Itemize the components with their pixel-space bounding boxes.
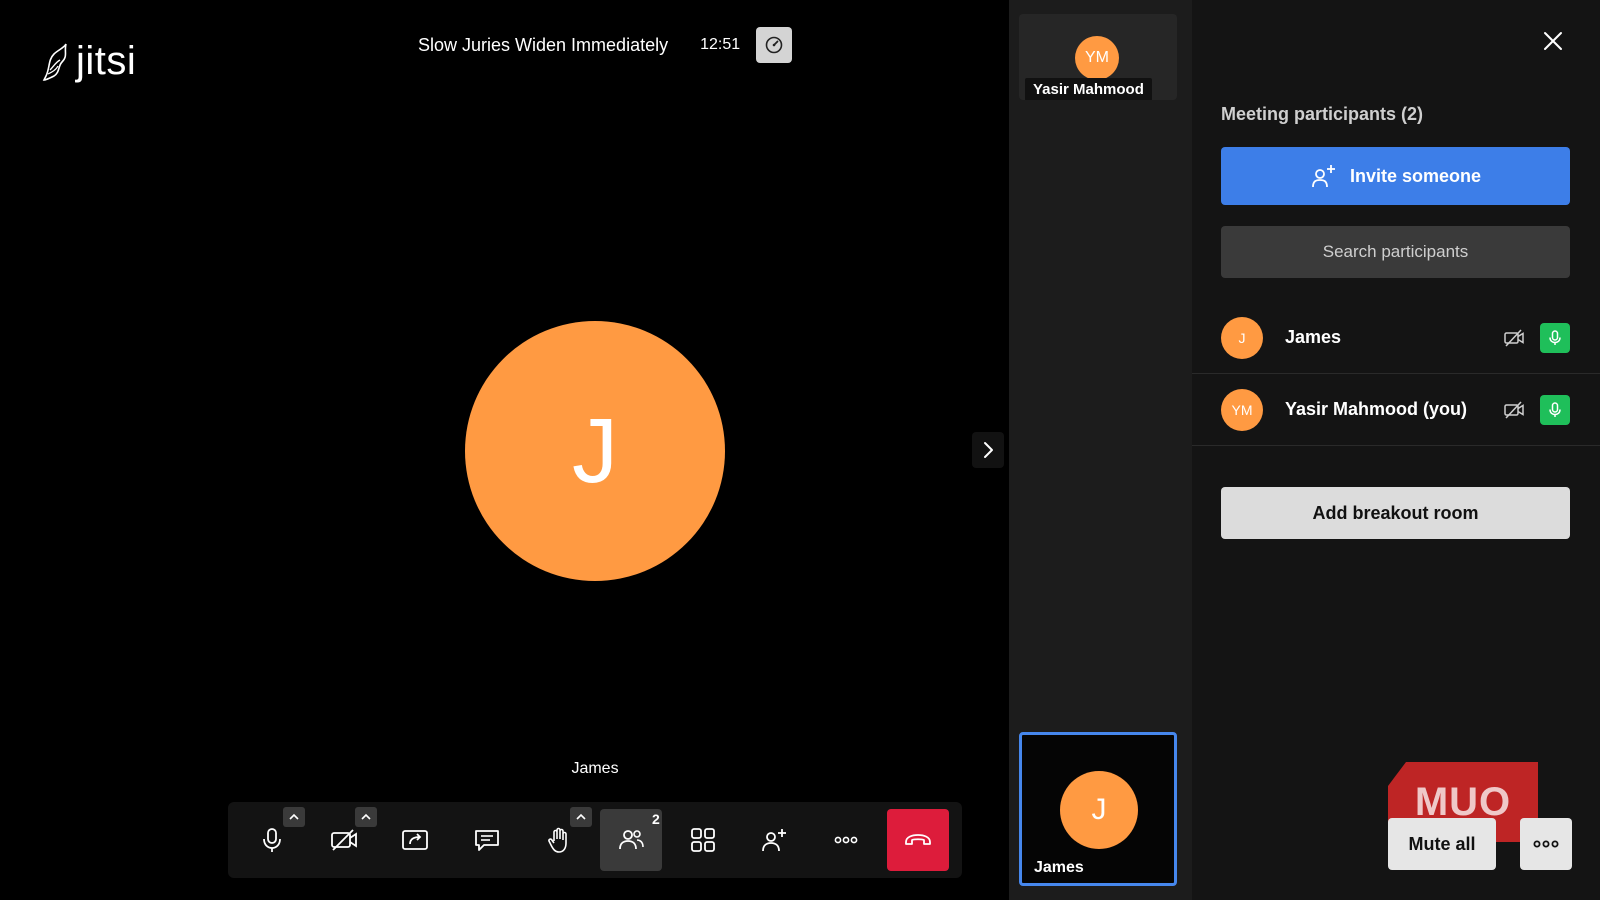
share-screen-icon <box>402 830 429 850</box>
add-person-icon <box>1312 165 1335 188</box>
grid-icon <box>690 828 715 852</box>
mic-on-indicator[interactable] <box>1540 394 1570 425</box>
more-actions-button[interactable] <box>815 809 877 871</box>
add-breakout-room-button[interactable]: Add breakout room <box>1221 487 1570 539</box>
connection-stats-button[interactable] <box>756 27 793 63</box>
main-avatar-initial: J <box>572 400 618 502</box>
meeting-toolbar: 2 <box>228 802 962 878</box>
hand-icon <box>548 827 567 853</box>
meeting-timer: 12:51 <box>700 36 741 53</box>
collapse-filmstrip-button[interactable] <box>972 432 1004 468</box>
pane-title: Meeting participants (2) <box>1221 104 1424 124</box>
microphone-icon <box>262 828 281 852</box>
more-icon <box>834 836 858 844</box>
avatar: J <box>1221 316 1263 359</box>
dominant-speaker-name: James <box>571 760 619 777</box>
share-screen-button[interactable] <box>385 809 447 871</box>
speedometer-icon <box>765 36 783 54</box>
invite-someone-button[interactable]: Invite someone <box>1221 147 1570 205</box>
thumbnail-name: Yasir Mahmood <box>1025 78 1152 100</box>
add-person-icon <box>762 829 787 852</box>
participant-count-badge: 2 <box>651 811 660 827</box>
camera-off-indicator <box>1500 324 1528 352</box>
invite-someone-label: Invite someone <box>1349 165 1482 186</box>
participant-name: James <box>1285 327 1342 347</box>
camera-off-icon <box>1504 400 1524 419</box>
camera-off-icon <box>1504 328 1524 347</box>
microphone-options-button[interactable] <box>282 807 305 827</box>
filmstrip: YM Yasir Mahmood J James <box>1009 0 1192 900</box>
jitsi-bird-icon <box>42 43 67 81</box>
camera-off-icon <box>330 829 357 851</box>
close-pane-button[interactable] <box>1538 26 1568 56</box>
hangup-icon <box>905 834 931 845</box>
chevron-up-icon <box>361 813 371 820</box>
avatar: YM <box>1221 388 1263 431</box>
main-stage: jitsi Slow Juries Widen Immediately 12:5… <box>0 0 1014 900</box>
avatar: YM <box>1075 36 1119 80</box>
main-participant-avatar: J <box>465 321 725 581</box>
chevron-right-icon <box>984 442 993 458</box>
chevron-up-icon <box>289 813 299 820</box>
participants-icon <box>618 830 644 850</box>
reactions-options-button[interactable] <box>569 807 592 827</box>
participant-thumbnail-remote[interactable]: J James <box>1019 732 1177 886</box>
more-moderation-button[interactable] <box>1520 818 1572 870</box>
chat-button[interactable] <box>456 809 518 871</box>
mic-on-indicator[interactable] <box>1540 322 1570 353</box>
participant-name: Yasir Mahmood (you) <box>1285 399 1468 419</box>
invite-button[interactable] <box>744 809 806 871</box>
microphone-button[interactable] <box>241 807 305 871</box>
participants-button[interactable]: 2 <box>599 809 662 871</box>
avatar: J <box>1060 771 1138 849</box>
microphone-icon <box>1549 401 1561 417</box>
chevron-up-icon <box>576 813 586 820</box>
raise-hand-button[interactable] <box>528 807 592 871</box>
camera-button[interactable] <box>313 807 377 871</box>
thumbnail-name: James <box>1034 859 1084 876</box>
chat-icon <box>475 830 500 851</box>
microphone-icon <box>1549 329 1561 345</box>
meeting-header: Slow Juries Widen Immediately 12:51 <box>418 27 793 63</box>
participant-row-james[interactable]: J James <box>1192 302 1600 374</box>
search-participants-input[interactable] <box>1221 226 1570 278</box>
jitsi-logo[interactable]: jitsi <box>40 40 136 82</box>
participant-thumbnail-local[interactable]: YM Yasir Mahmood <box>1019 14 1177 100</box>
leave-meeting-button[interactable] <box>887 809 949 871</box>
meeting-title: Slow Juries Widen Immediately <box>418 34 669 55</box>
tile-view-button[interactable] <box>672 809 734 871</box>
participants-pane: Meeting participants (2) Invite someone … <box>1192 0 1600 900</box>
close-icon <box>1544 32 1562 50</box>
camera-options-button[interactable] <box>354 807 377 827</box>
more-icon <box>1533 840 1559 848</box>
mute-all-label: Mute all <box>1408 833 1476 854</box>
add-breakout-room-label: Add breakout room <box>1312 502 1479 523</box>
camera-off-indicator <box>1500 396 1528 424</box>
logo-text: jitsi <box>76 39 137 83</box>
mute-all-button[interactable]: Mute all <box>1388 818 1496 870</box>
participant-row-yasir[interactable]: YM Yasir Mahmood (you) <box>1192 374 1600 446</box>
